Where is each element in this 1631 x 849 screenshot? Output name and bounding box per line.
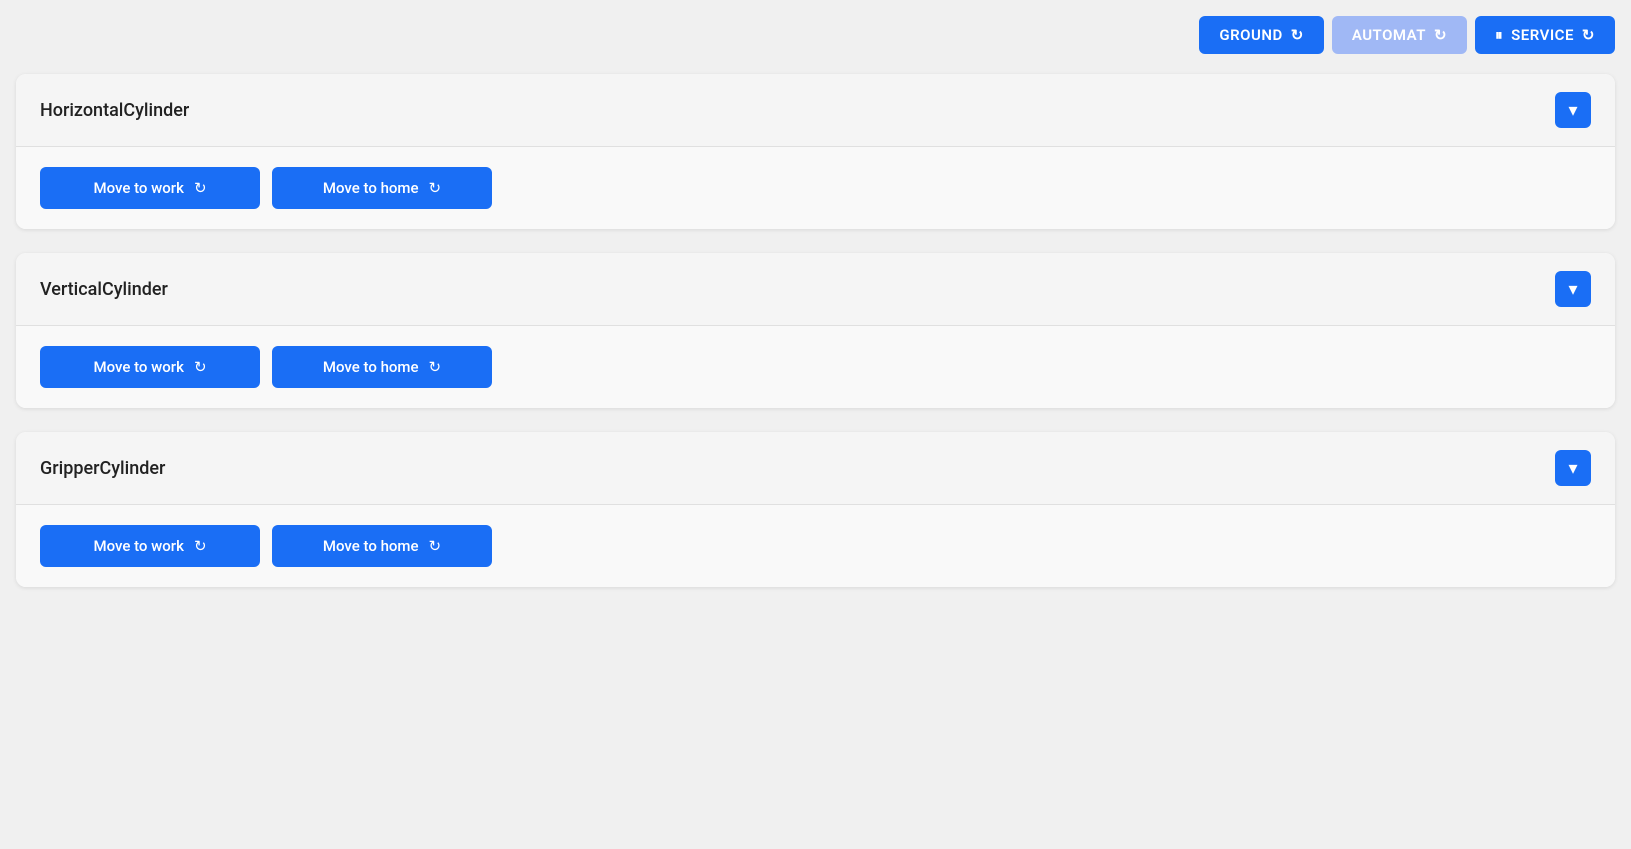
- vertical-cylinder-header: VerticalCylinder: [16, 253, 1615, 326]
- service-label: SERVICE: [1511, 26, 1574, 44]
- horizontal-move-to-home-refresh-icon: ↻: [429, 179, 442, 197]
- top-bar: GROUND ↻ AUTOMAT ↻ ⏸ SERVICE ↻: [16, 16, 1615, 54]
- gripper-cylinder-header: GripperCylinder: [16, 432, 1615, 505]
- pause-icon: ⏸: [1495, 26, 1503, 44]
- automat-button[interactable]: AUTOMAT ↻: [1332, 16, 1467, 54]
- vertical-move-to-work-button[interactable]: Move to work ↻: [40, 346, 260, 388]
- service-button[interactable]: ⏸ SERVICE ↻: [1475, 16, 1615, 54]
- gripper-cylinder-card: GripperCylinder Move to work ↻ Move to h…: [16, 432, 1615, 587]
- ground-button[interactable]: GROUND ↻: [1199, 16, 1323, 54]
- gripper-move-to-home-button[interactable]: Move to home ↻: [272, 525, 492, 567]
- horizontal-move-to-work-label: Move to work: [93, 179, 183, 197]
- chevron-down-icon: [1568, 279, 1577, 300]
- horizontal-move-to-home-button[interactable]: Move to home ↻: [272, 167, 492, 209]
- horizontal-cylinder-button-row: Move to work ↻ Move to home ↻: [40, 167, 1591, 209]
- gripper-cylinder-button-row: Move to work ↻ Move to home ↻: [40, 525, 1591, 567]
- gripper-move-to-home-label: Move to home: [323, 537, 419, 555]
- ground-refresh-icon: ↻: [1291, 26, 1304, 44]
- horizontal-cylinder-title: HorizontalCylinder: [40, 100, 189, 121]
- gripper-cylinder-body: Move to work ↻ Move to home ↻: [16, 505, 1615, 587]
- vertical-cylinder-title: VerticalCylinder: [40, 279, 168, 300]
- vertical-move-to-work-refresh-icon: ↻: [194, 358, 207, 376]
- horizontal-cylinder-body: Move to work ↻ Move to home ↻: [16, 147, 1615, 229]
- horizontal-move-to-home-label: Move to home: [323, 179, 419, 197]
- chevron-down-icon: [1568, 100, 1577, 121]
- horizontal-move-to-work-refresh-icon: ↻: [194, 179, 207, 197]
- chevron-down-icon: [1568, 458, 1577, 479]
- gripper-move-to-work-refresh-icon: ↻: [194, 537, 207, 555]
- horizontal-cylinder-expand-button[interactable]: [1555, 92, 1591, 128]
- gripper-cylinder-expand-button[interactable]: [1555, 450, 1591, 486]
- vertical-move-to-work-label: Move to work: [93, 358, 183, 376]
- horizontal-move-to-work-button[interactable]: Move to work ↻: [40, 167, 260, 209]
- ground-label: GROUND: [1219, 26, 1282, 44]
- gripper-move-to-work-label: Move to work: [93, 537, 183, 555]
- gripper-move-to-work-button[interactable]: Move to work ↻: [40, 525, 260, 567]
- vertical-cylinder-button-row: Move to work ↻ Move to home ↻: [40, 346, 1591, 388]
- vertical-move-to-home-button[interactable]: Move to home ↻: [272, 346, 492, 388]
- gripper-move-to-home-refresh-icon: ↻: [429, 537, 442, 555]
- service-refresh-icon: ↻: [1582, 26, 1595, 44]
- vertical-move-to-home-refresh-icon: ↻: [429, 358, 442, 376]
- automat-label: AUTOMAT: [1352, 26, 1426, 44]
- gripper-cylinder-title: GripperCylinder: [40, 458, 165, 479]
- vertical-cylinder-card: VerticalCylinder Move to work ↻ Move to …: [16, 253, 1615, 408]
- vertical-cylinder-body: Move to work ↻ Move to home ↻: [16, 326, 1615, 408]
- horizontal-cylinder-card: HorizontalCylinder Move to work ↻ Move t…: [16, 74, 1615, 229]
- vertical-move-to-home-label: Move to home: [323, 358, 419, 376]
- horizontal-cylinder-header: HorizontalCylinder: [16, 74, 1615, 147]
- vertical-cylinder-expand-button[interactable]: [1555, 271, 1591, 307]
- automat-refresh-icon: ↻: [1434, 26, 1447, 44]
